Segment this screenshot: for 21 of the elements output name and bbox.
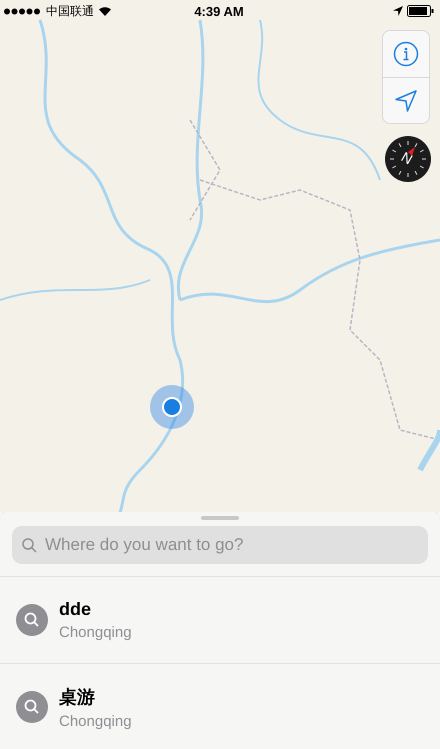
result-subtitle: Chongqing (59, 712, 132, 730)
search-icon (16, 604, 48, 636)
location-arrow-icon (395, 90, 417, 112)
location-marker-icon (150, 385, 194, 429)
compass-button[interactable]: N (385, 136, 431, 182)
search-field[interactable]: Where do you want to go? (12, 526, 428, 564)
recent-search-item[interactable]: 桌游 Chongqing (0, 664, 440, 749)
result-subtitle: Chongqing (59, 624, 132, 641)
result-title: 桌游 (59, 686, 96, 708)
location-arrow-icon (393, 6, 403, 16)
search-icon (22, 538, 37, 553)
wifi-icon (98, 6, 112, 16)
search-icon (16, 691, 48, 723)
recent-search-item[interactable]: dde Chongqing (0, 577, 440, 664)
signal-icon (4, 8, 42, 14)
status-time: 4:39 AM (194, 4, 244, 18)
drag-handle[interactable] (201, 516, 239, 520)
battery-icon (407, 5, 434, 17)
carrier-name: 中国联通 (46, 2, 94, 20)
info-icon (393, 41, 419, 67)
result-title: dde (59, 599, 92, 620)
